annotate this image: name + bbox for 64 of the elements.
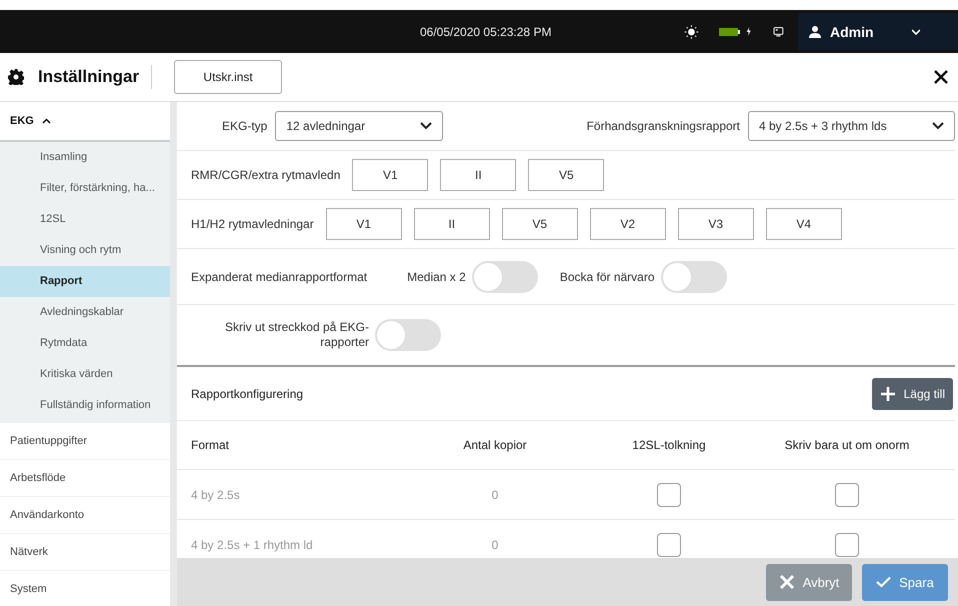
lead-button[interactable]: V5 — [502, 208, 578, 240]
lead-button[interactable]: V4 — [766, 208, 842, 240]
column-header: Antal kopior — [462, 438, 528, 452]
battery-icon — [718, 26, 740, 38]
date-time: 06/05/2020 05:23:28 PM — [420, 24, 552, 38]
sidebar-item[interactable]: Fullständig information — [0, 390, 170, 421]
lead-button[interactable]: II — [440, 159, 516, 191]
sidebar-item[interactable]: Patientuppgifter — [0, 423, 170, 460]
sidebar-item[interactable]: Användarkonto — [0, 497, 170, 534]
field-label: H1/H2 rytmavledningar — [191, 217, 314, 231]
column-header: Format — [191, 438, 230, 452]
dropdown[interactable]: 12 avledningar — [275, 111, 444, 141]
chevron-icon — [932, 122, 944, 130]
table-cell-text: 0 — [490, 538, 500, 552]
toggle-label: Bocka för närvaro — [560, 270, 655, 284]
checkmark-icon — [876, 576, 892, 588]
add-button[interactable]: Lägg till — [872, 378, 953, 410]
table-cell-text: 0 — [490, 488, 500, 502]
field-label: Skriv ut streckkod på EKG-rapporter — [224, 320, 369, 350]
sidebar-item[interactable]: Rapport — [0, 266, 170, 297]
lead-button[interactable]: V2 — [590, 208, 666, 240]
column-header: 12SL-tolkning — [631, 438, 707, 452]
close-icon — [778, 574, 795, 590]
checkbox[interactable] — [657, 482, 681, 506]
field-label: EKG-typ — [222, 119, 268, 133]
section-title: Rapportkonfigurering — [191, 386, 304, 400]
toggle-switch[interactable] — [472, 260, 538, 292]
plus-icon — [880, 386, 896, 402]
field-label: RMR/CGR/extra rytmavledn — [191, 168, 340, 182]
lead-button[interactable]: V1 — [352, 159, 428, 191]
print-settings-button[interactable]: Utskr.inst — [174, 60, 282, 94]
dropdown[interactable]: 4 by 2.5s + 3 rhythm lds — [748, 111, 955, 141]
sidebar-item[interactable]: Rytmdata — [0, 328, 170, 359]
sidebar-item[interactable]: Insamling — [0, 142, 170, 173]
sidebar-item[interactable]: Nätverk — [0, 534, 170, 571]
sidebar-item[interactable]: Avledningskablar — [0, 297, 170, 328]
chevron-icon — [420, 122, 432, 130]
lead-button[interactable]: II — [414, 208, 490, 240]
lead-button[interactable]: V3 — [678, 208, 754, 240]
sidebar-item[interactable]: Visning och rytm — [0, 235, 170, 266]
toggle-label: Median x 2 — [407, 270, 466, 284]
page-title: Inställningar — [38, 67, 140, 87]
sidebar-item[interactable]: Kritiska värden — [0, 359, 170, 390]
field-label: Expanderat medianrapportformat — [191, 270, 368, 284]
table-cell-text: 4 by 2.5s + 1 rhythm ld — [191, 538, 314, 552]
lead-button[interactable]: V5 — [528, 159, 604, 191]
toggle-switch[interactable] — [375, 319, 441, 351]
close-icon[interactable] — [934, 70, 948, 84]
sidebar-item[interactable]: Filter, förstärkning, ha... — [0, 173, 170, 204]
user-menu[interactable]: Admin — [798, 13, 958, 50]
sidebar-item[interactable]: System — [0, 571, 170, 606]
checkbox[interactable] — [657, 532, 681, 556]
sidebar-item[interactable]: Arbetsflöde — [0, 460, 170, 497]
column-header: Skriv bara ut om onorm — [784, 438, 910, 452]
checkbox[interactable] — [835, 482, 859, 506]
settings-icon — [8, 69, 24, 85]
chevron-icon — [912, 28, 920, 36]
field-label: Förhandsgranskningsrapport — [586, 119, 740, 133]
toggle-switch[interactable] — [660, 260, 727, 292]
sidebar-item[interactable]: 12SL — [0, 204, 170, 235]
checkbox[interactable] — [835, 532, 859, 556]
table-cell-text: 4 by 2.5s — [191, 488, 241, 502]
lead-button[interactable]: V1 — [326, 208, 402, 240]
person-icon — [808, 24, 822, 38]
